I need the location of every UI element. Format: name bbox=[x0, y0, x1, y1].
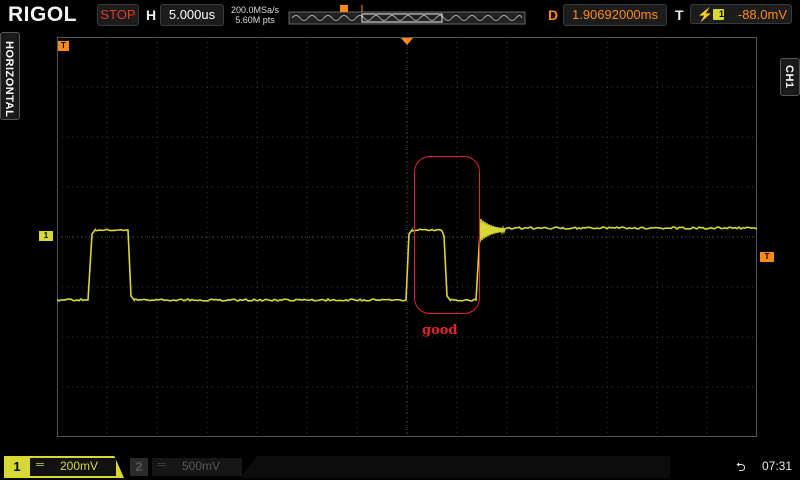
usb-icon: ⮌ bbox=[736, 458, 746, 479]
brand-logo: RIGOL bbox=[8, 3, 77, 27]
rising-edge-icon: ⚡ bbox=[697, 5, 713, 25]
trigger-flag-left: T bbox=[58, 41, 69, 51]
ch1-ground-marker[interactable]: 1 bbox=[39, 231, 53, 241]
ch1-scale: 200mV bbox=[60, 459, 98, 473]
ch1-number: 1 bbox=[8, 458, 26, 476]
ch1-tab-label: CH1 bbox=[783, 65, 795, 89]
dc-coupling-icon: ═ bbox=[36, 459, 44, 471]
ch2-number: 2 bbox=[130, 458, 148, 476]
ch1-scale-box: ═ 200mV bbox=[30, 458, 116, 476]
trigger-source-badge: 1 bbox=[713, 9, 724, 20]
memory-depth: 5.60M pts bbox=[226, 15, 284, 25]
ch2-coupling-icon: ═ bbox=[158, 459, 166, 471]
trigger-position-icon bbox=[401, 38, 413, 46]
waveform-overview-icon bbox=[288, 4, 528, 26]
horizontal-tab-label: HORIZONTAL bbox=[3, 41, 15, 117]
trigger-level-marker[interactable]: T bbox=[760, 252, 774, 262]
trigger-position-marker[interactable] bbox=[401, 33, 413, 51]
annotation-label: good bbox=[422, 323, 458, 338]
ch2-scale: 500mV bbox=[182, 459, 220, 473]
waveform-display[interactable] bbox=[57, 37, 757, 437]
sample-rate: 200.0MSa/s bbox=[226, 5, 284, 15]
delay-label: D bbox=[548, 7, 558, 23]
trigger-level: -88.0mV bbox=[738, 7, 787, 22]
horizontal-menu-tab[interactable]: HORIZONTAL bbox=[0, 32, 20, 120]
acquisition-info: 200.0MSa/s 5.60M pts bbox=[226, 5, 284, 25]
delay-value[interactable]: 1.90692000ms bbox=[563, 4, 667, 26]
annotation-highlight bbox=[414, 156, 480, 314]
clock: 07:31 bbox=[762, 459, 792, 473]
ch1-trace bbox=[57, 219, 757, 301]
memory-overview[interactable] bbox=[288, 4, 528, 26]
trigger-setting[interactable]: ⚡ 1 -88.0mV bbox=[690, 4, 792, 24]
trigger-label: T bbox=[675, 7, 684, 23]
run-stop-indicator[interactable]: STOP bbox=[97, 4, 139, 26]
ch1-status[interactable]: 1 ═ 200mV bbox=[4, 456, 124, 478]
horizontal-label: H bbox=[146, 7, 156, 23]
ch1-menu-tab[interactable]: CH1 bbox=[780, 58, 800, 96]
timebase-value[interactable]: 5.000us bbox=[160, 4, 224, 26]
top-status-bar: RIGOL STOP H 5.000us 200.0MSa/s 5.60M pt… bbox=[0, 0, 800, 30]
ch2-status[interactable]: 2 ═ 500mV bbox=[126, 456, 248, 478]
scope-graticule bbox=[57, 37, 757, 437]
bottom-status-bar: 1 ═ 200mV 2 ═ 500mV ⮌ 07:31 bbox=[0, 454, 800, 480]
footer-spacer bbox=[240, 456, 670, 478]
ch2-scale-box: ═ 500mV bbox=[152, 458, 242, 476]
